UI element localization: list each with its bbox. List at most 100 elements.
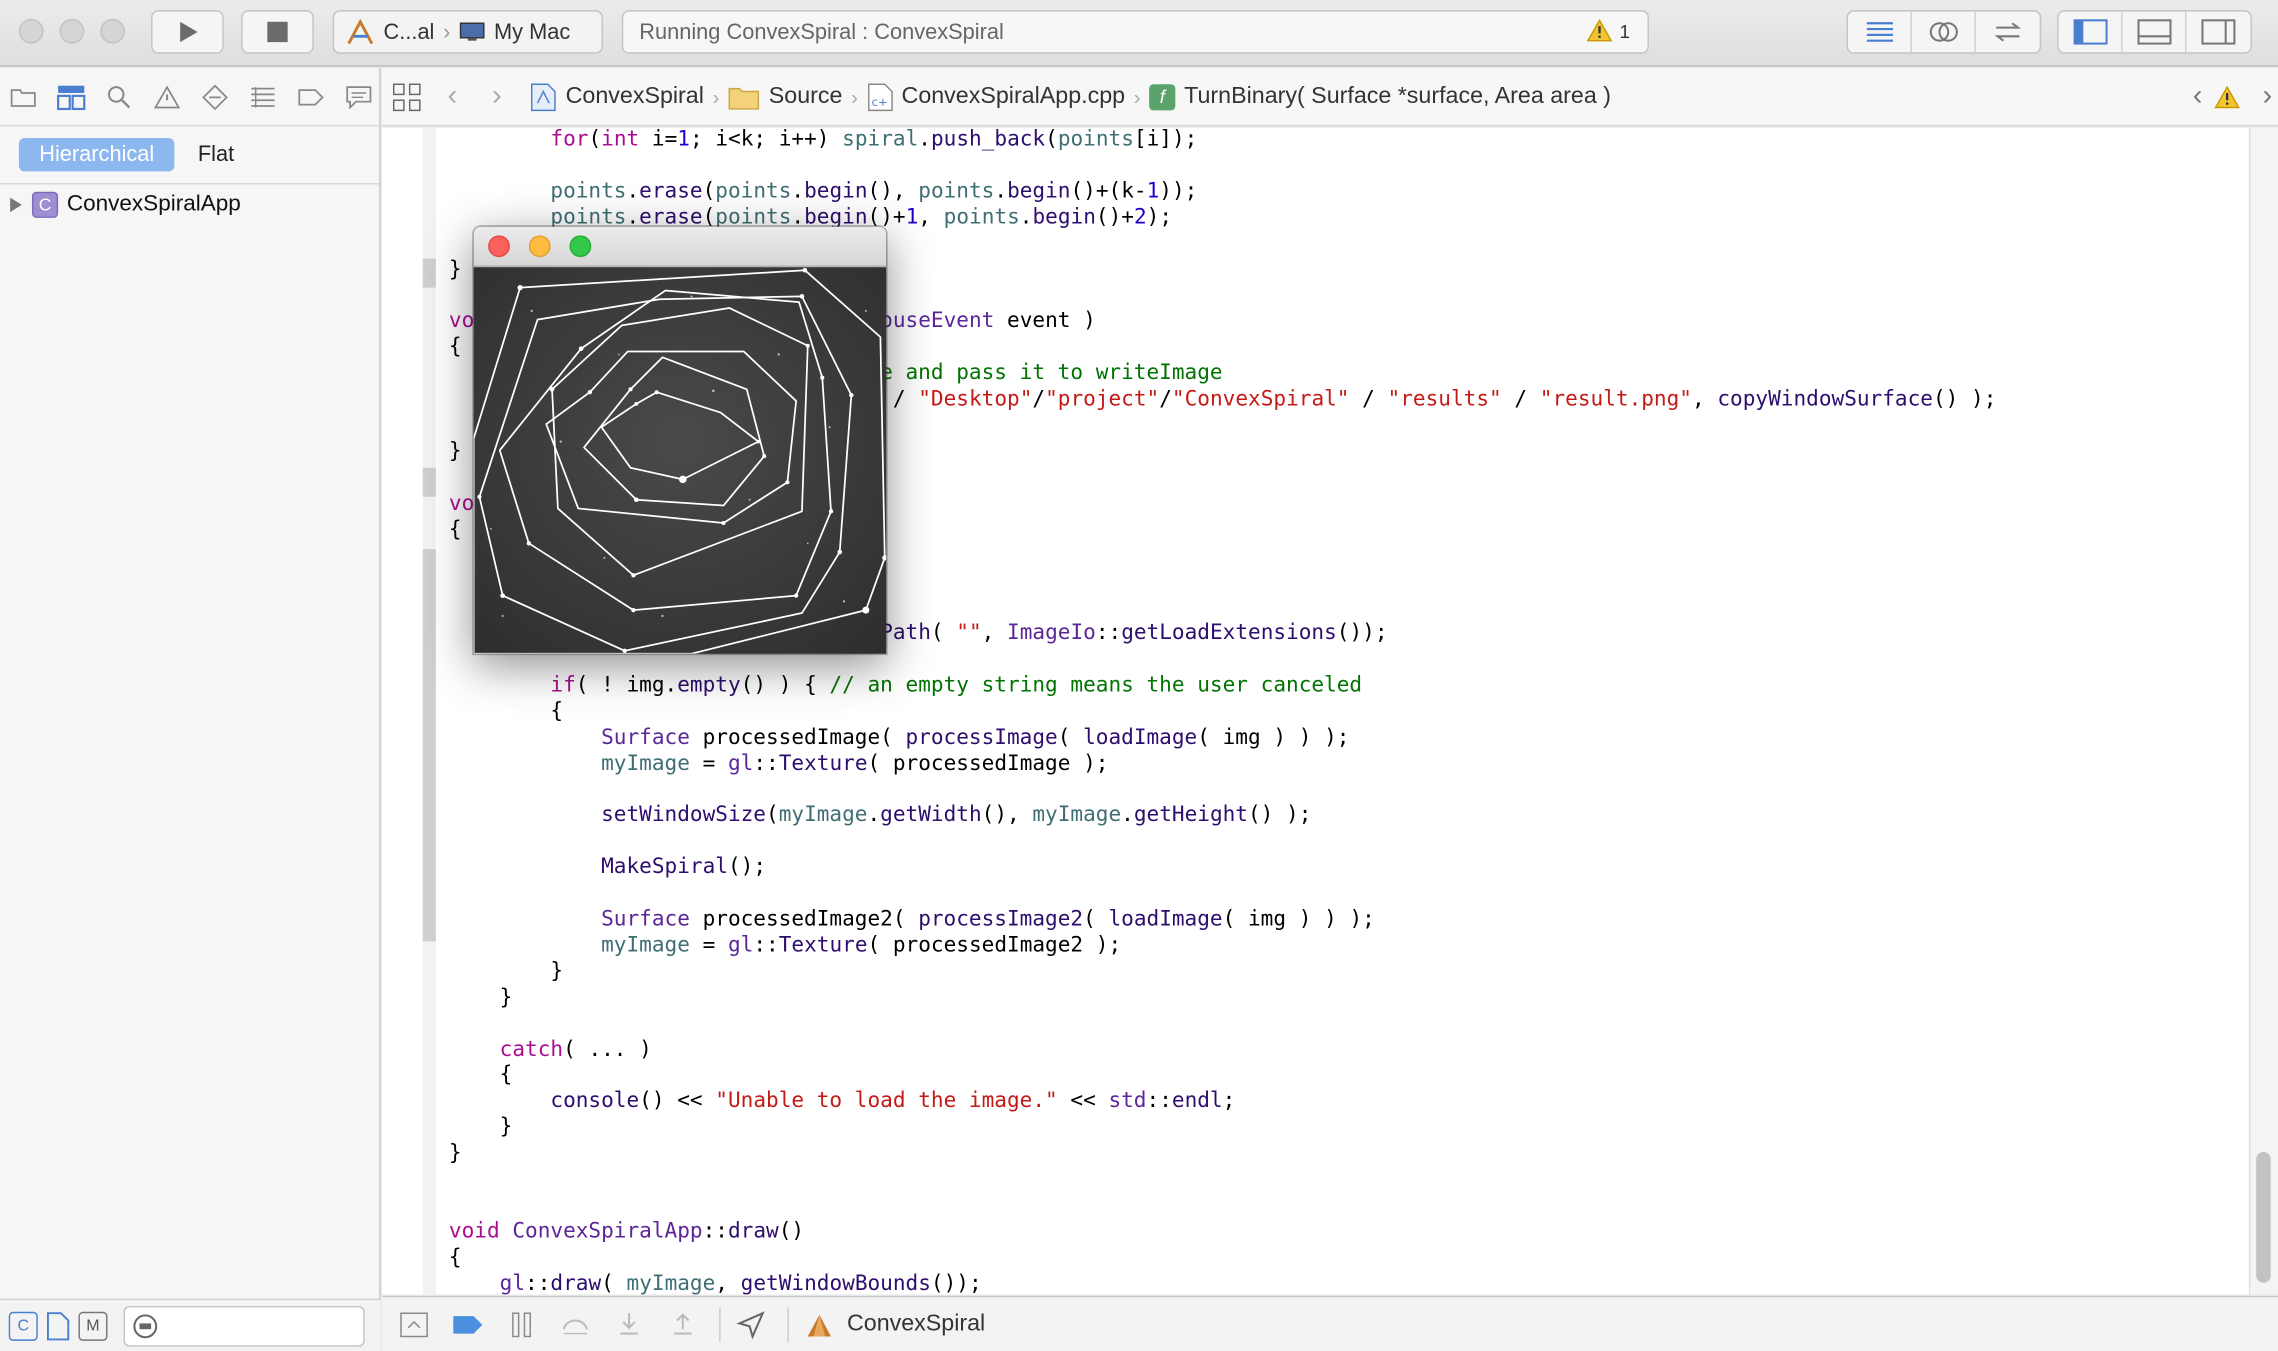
tree-item-label: ConvexSpiralApp (66, 191, 241, 217)
code-line[interactable]: void ConvexSpiralApp::draw() (449, 1220, 1996, 1246)
code-line[interactable] (449, 778, 1996, 804)
breadcrumb-project[interactable]: ConvexSpiral (531, 82, 704, 111)
code-line[interactable]: } (449, 1142, 1996, 1168)
breakpoints-toggle-icon[interactable] (450, 1307, 485, 1342)
code-line[interactable]: } (449, 1116, 1996, 1142)
tree-item-convexspiralapp[interactable]: C ConvexSpiralApp (0, 186, 379, 224)
code-line[interactable] (449, 882, 1996, 908)
app-close-button[interactable] (488, 235, 510, 258)
symbol-icon[interactable] (54, 79, 89, 114)
chevron-right-icon: › (443, 19, 451, 45)
breadcrumb-symbol[interactable]: f TurnBinary( Surface *surface, Area are… (1149, 83, 1611, 110)
recent-files-icon[interactable]: C (8, 1311, 38, 1341)
breadcrumb-file[interactable]: c+ ConvexSpiralApp.cpp (867, 82, 1125, 111)
scheme-selector[interactable]: C...al › My Mac (332, 10, 603, 54)
zoom-window-button[interactable] (100, 18, 125, 44)
source-folder-icon (728, 87, 760, 109)
jump-bar: ‹ › ConvexSpiral › Source › c+ ConvexSpi… (382, 68, 2278, 127)
code-line[interactable]: if( ! img.empty() ) { // an empty string… (449, 674, 1996, 700)
step-over-icon[interactable] (558, 1307, 593, 1342)
warning-count: 1 (1619, 19, 1631, 42)
toggle-utilities-button[interactable] (2186, 12, 2250, 53)
code-line[interactable]: setWindowSize(myImage.getWidth(), myImag… (449, 804, 1996, 830)
toggle-navigator-button[interactable] (2059, 11, 2123, 53)
left-panel-icon (2072, 19, 2107, 45)
function-icon: f (1149, 83, 1176, 110)
scope-flat-button[interactable]: Flat (198, 142, 234, 167)
code-line[interactable] (449, 1168, 1996, 1194)
toggle-debug-area-button[interactable] (2123, 11, 2187, 53)
issue-icon[interactable] (150, 79, 185, 114)
app-target-icon (787, 1306, 836, 1342)
activity-text: Running ConvexSpiral : ConvexSpiral (639, 19, 1004, 45)
editor-scrollbar[interactable] (2248, 127, 2278, 1295)
class-icon: C (31, 191, 59, 218)
version-editor-button[interactable] (1976, 12, 2040, 53)
run-button[interactable] (151, 10, 224, 54)
pause-icon[interactable] (504, 1307, 539, 1342)
code-line[interactable]: } (449, 986, 1996, 1012)
forward-arrow-icon[interactable]: › (492, 80, 502, 113)
warning-indicator[interactable]: 1 (1586, 18, 1631, 42)
xcode-hammer-icon (347, 18, 374, 45)
test-icon[interactable] (198, 79, 233, 114)
bottom-panel-icon (2136, 19, 2171, 45)
breadcrumb-folder[interactable]: Source (728, 84, 842, 110)
step-in-icon[interactable] (612, 1307, 647, 1342)
stop-button[interactable] (241, 10, 314, 54)
app-zoom-button[interactable] (569, 235, 592, 258)
navigator-filter-field[interactable] (123, 1305, 365, 1346)
step-out-icon[interactable] (665, 1307, 700, 1342)
scrollbar-thumb[interactable] (2256, 1151, 2271, 1283)
code-line[interactable]: gl::draw( myImage, getWindowBounds()); (449, 1272, 1996, 1294)
code-line[interactable]: myImage = gl::Texture( processedImage2 )… (449, 934, 1996, 960)
fold-marker (422, 258, 436, 288)
play-icon (180, 21, 198, 43)
breadcrumb-folder-label: Source (768, 83, 843, 109)
code-line[interactable]: { (449, 700, 1996, 726)
code-line[interactable] (449, 1194, 1996, 1220)
code-line[interactable]: Surface processedImage2( processImage2( … (449, 908, 1996, 934)
code-line[interactable]: { (449, 1064, 1996, 1090)
code-line[interactable] (449, 830, 1996, 856)
back-arrow-icon[interactable]: ‹ (447, 80, 457, 113)
app-window-titlebar[interactable] (473, 226, 887, 268)
code-line[interactable]: Surface processedImage( processImage( lo… (449, 726, 1996, 752)
previous-issue-icon[interactable]: ‹ (2193, 80, 2203, 113)
code-line[interactable]: points.erase(points.begin(), points.begi… (449, 180, 1996, 206)
spiral-image-canvas (473, 267, 887, 654)
simulate-location-icon[interactable] (719, 1306, 768, 1342)
destination-name: My Mac (493, 19, 571, 45)
minimize-window-button[interactable] (59, 18, 85, 44)
code-line[interactable]: myImage = gl::Texture( processedImage ); (449, 752, 1996, 778)
filter-icon (133, 1313, 158, 1338)
code-line[interactable]: console() << "Unable to load the image."… (449, 1090, 1996, 1116)
code-line[interactable]: MakeSpiral(); (449, 856, 1996, 882)
search-icon[interactable] (102, 79, 137, 114)
modified-files-icon[interactable]: M (78, 1311, 108, 1341)
app-minimize-button[interactable] (528, 235, 551, 258)
standard-editor-button[interactable] (1848, 11, 1912, 53)
assistant-editor-button[interactable] (1912, 11, 1976, 53)
warning-icon[interactable] (2214, 84, 2241, 108)
breakpoint-icon[interactable] (293, 79, 328, 114)
code-line[interactable] (449, 1012, 1996, 1038)
hide-debug-area-icon[interactable] (397, 1307, 432, 1342)
editor-standard-icon (1866, 22, 1893, 42)
code-line[interactable]: for(int i=1; i<k; i++) spiral.push_back(… (449, 128, 1996, 154)
code-line[interactable]: } (449, 960, 1996, 986)
close-window-button[interactable] (18, 18, 44, 44)
disclosure-triangle-icon[interactable] (9, 196, 24, 213)
report-icon[interactable] (341, 79, 376, 114)
code-line[interactable]: catch( ... ) (449, 1038, 1996, 1064)
folder-icon[interactable] (6, 79, 41, 114)
debug-icon[interactable] (246, 79, 281, 114)
source-file-icon[interactable] (45, 1311, 71, 1340)
code-line[interactable]: { (449, 1246, 1996, 1272)
next-issue-icon[interactable]: › (2262, 80, 2272, 113)
code-line[interactable] (449, 154, 1996, 180)
project-navigator: Hierarchical Flat C ConvexSpiralApp C M (0, 68, 381, 1351)
scope-hierarchical-button[interactable]: Hierarchical (18, 138, 175, 172)
related-items-icon[interactable] (392, 82, 421, 111)
convexspiral-app-window[interactable] (473, 226, 887, 654)
